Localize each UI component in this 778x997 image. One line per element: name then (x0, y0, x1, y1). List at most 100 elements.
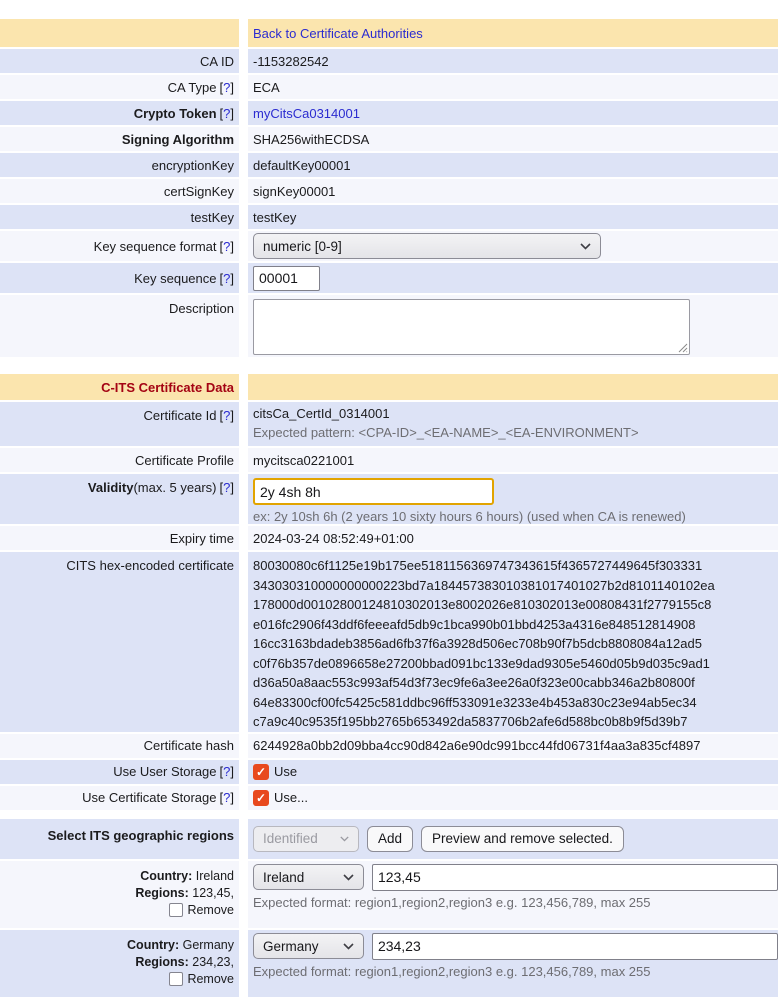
use-certificate-storage-row: Use Certificate Storage [?] Use... (0, 786, 778, 810)
signing-algorithm-row: Signing Algorithm SHA256withECDSA (0, 127, 778, 151)
region-format-hint: Expected format: region1,region2,region3… (253, 895, 778, 910)
certificate-id-pattern-hint: Expected pattern: <CPA-ID>_<EA-NAME>_<EA… (253, 425, 778, 440)
cert-sign-key-label: certSignKey (164, 184, 234, 199)
ca-id-row: CA ID -1153282542 (0, 49, 778, 73)
validity-row: Validity(max. 5 years)[?] ex: 2y 10sh 6h… (0, 474, 778, 524)
description-textarea[interactable] (253, 299, 690, 355)
key-sequence-format-row: Key sequence format [?] numeric [0-9] (0, 231, 778, 261)
expiry-time-row: Expiry time 2024-03-24 08:52:49+01:00 (0, 526, 778, 550)
validity-label-note: (max. 5 years) (133, 480, 216, 495)
chevron-down-icon (343, 874, 354, 881)
crypto-token-link[interactable]: myCitsCa0314001 (253, 106, 360, 121)
key-sequence-format-selected-option: numeric [0-9] (263, 239, 342, 254)
header-empty-cell (0, 19, 239, 47)
help-icon: [?] (220, 764, 234, 779)
region-type-selected-option: Identified (263, 831, 318, 846)
ca-type-label: CA Type (168, 80, 217, 95)
encryption-key-row: encryptionKey defaultKey00001 (0, 153, 778, 177)
add-region-button[interactable]: Add (367, 826, 413, 852)
help-icon: [?] (220, 480, 234, 495)
certificate-profile-value: mycitsca0221001 (253, 453, 354, 468)
use-user-storage-label: Use User Storage (113, 764, 216, 779)
chevron-down-icon (340, 836, 349, 842)
signing-algorithm-value: SHA256withECDSA (253, 132, 369, 147)
certificate-profile-row: Certificate Profile mycitsca0221001 (0, 448, 778, 472)
help-icon: [?] (220, 239, 234, 254)
validity-input[interactable] (253, 478, 494, 505)
remove-label: Remove (187, 972, 234, 986)
help-icon: [?] (220, 271, 234, 286)
certificate-hash-label: Certificate hash (144, 738, 234, 753)
help-icon: [?] (220, 790, 234, 805)
country-select[interactable]: Ireland (253, 864, 364, 890)
country-label: Country: (127, 938, 179, 952)
certificate-hash-row: Certificate hash 6244928a0bb2d09bba4cc90… (0, 734, 778, 758)
use-certificate-storage-label: Use Certificate Storage (82, 790, 216, 805)
ca-type-value: ECA (253, 80, 280, 95)
hex-certificate-row: CITS hex-encoded certificate 80030080c6f… (0, 552, 778, 732)
preview-remove-button[interactable]: Preview and remove selected. (421, 826, 624, 852)
hex-certificate-value: 80030080c6f1125e19b175ee5181156369747343… (248, 552, 778, 732)
select-regions-row: Select ITS geographic regions Identified… (0, 819, 778, 859)
help-icon: [?] (220, 106, 234, 121)
expiry-time-value: 2024-03-24 08:52:49+01:00 (253, 531, 414, 546)
country-selected-option: Ireland (263, 870, 304, 885)
regions-label: Regions: (135, 886, 188, 900)
certificate-id-label: Certificate Id (144, 408, 217, 423)
ca-id-label: CA ID (200, 54, 234, 69)
select-regions-label: Select ITS geographic regions (48, 828, 234, 843)
back-to-certificate-authorities-link[interactable]: Back to Certificate Authorities (253, 26, 423, 41)
use-certificate-storage-checkbox[interactable] (253, 790, 269, 806)
region-ids-input[interactable] (372, 864, 778, 891)
ca-type-row: CA Type [?] ECA (0, 75, 778, 99)
cits-section-header-row: C-ITS Certificate Data (0, 374, 778, 400)
crypto-token-label: Crypto Token (134, 106, 217, 121)
country-value: Germany (183, 938, 234, 952)
key-sequence-row: Key sequence [?] (0, 263, 778, 293)
table-header-row: Back to Certificate Authorities (0, 19, 778, 47)
key-sequence-input[interactable] (253, 266, 320, 291)
validity-format-hint: ex: 2y 10sh 6h (2 years 10 sixty hours 6… (253, 509, 778, 524)
key-sequence-format-select[interactable]: numeric [0-9] (253, 233, 601, 259)
header-link-cell: Back to Certificate Authorities (248, 19, 778, 47)
region-type-select[interactable]: Identified (253, 826, 359, 852)
remove-checkbox[interactable] (169, 903, 183, 917)
region-format-hint: Expected format: region1,region2,region3… (253, 964, 778, 979)
regions-value: 234,23, (192, 955, 234, 969)
certificate-id-row: Certificate Id [?] citsCa_CertId_0314001… (0, 402, 778, 446)
test-key-row: testKey testKey (0, 205, 778, 229)
region-entry-row-ireland: Country: Ireland Regions: 123,45, Remove… (0, 861, 778, 928)
test-key-label: testKey (191, 210, 234, 225)
help-icon: [?] (220, 80, 234, 95)
ca-data-table: Back to Certificate Authorities CA ID -1… (0, 19, 778, 357)
region-ids-input[interactable] (372, 933, 778, 960)
key-sequence-label: Key sequence (134, 271, 216, 286)
cits-certificate-table: C-ITS Certificate Data Certificate Id [?… (0, 374, 778, 810)
cert-sign-key-row: certSignKey signKey00001 (0, 179, 778, 203)
test-key-value: testKey (253, 210, 296, 225)
region-entry-row-germany: Country: Germany Regions: 234,23, Remove… (0, 930, 778, 997)
description-row: Description (0, 295, 778, 357)
remove-checkbox[interactable] (169, 972, 183, 986)
crypto-token-row: Crypto Token [?] myCitsCa0314001 (0, 101, 778, 125)
regions-label: Regions: (135, 955, 188, 969)
use-user-storage-checkbox[interactable] (253, 764, 269, 780)
cert-sign-key-value: signKey00001 (253, 184, 335, 199)
encryption-key-value: defaultKey00001 (253, 158, 351, 173)
regions-value: 123,45, (192, 886, 234, 900)
key-sequence-format-label: Key sequence format (94, 239, 217, 254)
certificate-hash-value: 6244928a0bb2d09bba4cc90d842a6e90dc991bcc… (253, 738, 700, 753)
remove-label: Remove (187, 903, 234, 917)
ca-edit-page: Back to Certificate Authorities CA ID -1… (0, 0, 778, 997)
cits-section-title: C-ITS Certificate Data (101, 380, 234, 395)
description-label: Description (169, 301, 234, 316)
use-user-storage-checkbox-label: Use (274, 764, 297, 779)
certificate-id-value: citsCa_CertId_0314001 (253, 406, 778, 421)
certificate-profile-label: Certificate Profile (135, 453, 234, 468)
country-value: Ireland (196, 869, 234, 883)
use-certificate-storage-checkbox-label: Use... (274, 790, 308, 805)
country-select[interactable]: Germany (253, 933, 364, 959)
use-user-storage-row: Use User Storage [?] Use (0, 760, 778, 784)
country-selected-option: Germany (263, 939, 319, 954)
country-label: Country: (140, 869, 192, 883)
